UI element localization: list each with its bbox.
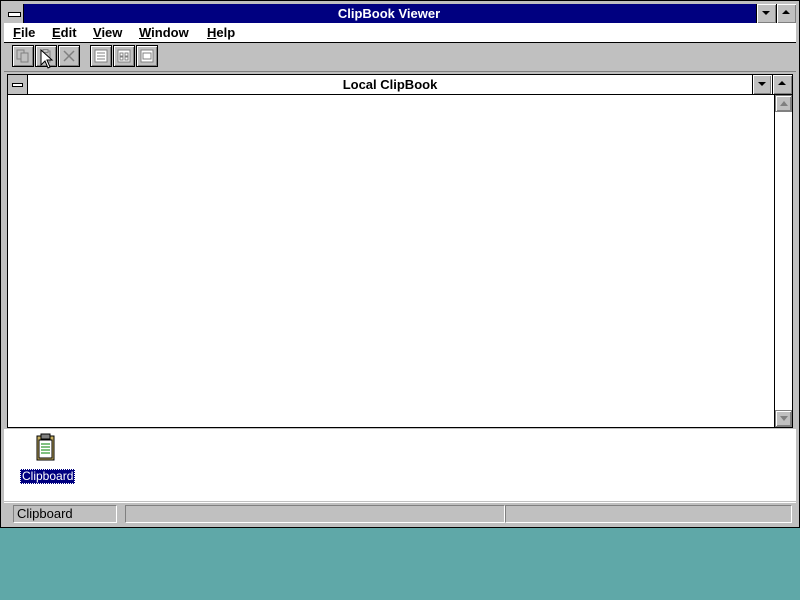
menu-file[interactable]: File — [13, 24, 35, 41]
window-title: ClipBook Viewer — [337, 6, 441, 21]
child-system-menu-button[interactable] — [8, 75, 28, 94]
maximize-button[interactable] — [776, 4, 796, 23]
copy-icon — [16, 49, 29, 63]
child-minimize-icon — [758, 82, 766, 86]
child-window-title: Local ClipBook — [342, 77, 438, 92]
scroll-down-button[interactable] — [775, 410, 792, 427]
paste-icon — [40, 49, 51, 63]
local-clipbook-title-bar[interactable]: Local ClipBook — [8, 75, 792, 95]
window-frame: ClipBook Viewer File Edit View Window He… — [0, 0, 800, 528]
minimized-icon-area: Clipboard — [4, 429, 796, 501]
clipbook-content-area[interactable] — [8, 95, 774, 427]
vertical-scrollbar[interactable] — [774, 95, 792, 427]
status-pane-main: Clipboard — [13, 505, 117, 523]
full-page-icon — [140, 49, 154, 63]
minimize-icon — [762, 11, 770, 15]
child-system-menu-icon — [12, 83, 23, 87]
delete-button[interactable] — [58, 45, 80, 67]
thumbnails-icon — [117, 49, 131, 63]
delete-icon — [63, 50, 75, 62]
paste-button[interactable] — [35, 45, 57, 67]
local-clipbook-window: Local ClipBook — [7, 74, 793, 428]
table-of-contents-button[interactable] — [90, 45, 112, 67]
thumbnails-button[interactable] — [113, 45, 135, 67]
child-minimize-button[interactable] — [752, 75, 771, 94]
scroll-down-arrow-icon — [780, 416, 788, 421]
status-bar: Clipboard — [4, 502, 796, 525]
system-menu-icon — [8, 12, 21, 17]
clipboard-icon-label: Clipboard — [20, 469, 76, 484]
full-page-button[interactable] — [136, 45, 158, 67]
scroll-up-button[interactable] — [775, 95, 792, 112]
system-menu-button[interactable] — [4, 4, 24, 23]
copy-button[interactable] — [12, 45, 34, 67]
clipboard-minimized-window[interactable]: Clipboard — [20, 431, 76, 484]
title-bar[interactable]: ClipBook Viewer — [4, 4, 796, 23]
clipboard-icon — [36, 433, 55, 461]
toolbar — [4, 43, 796, 72]
menu-edit[interactable]: Edit — [52, 24, 77, 41]
maximize-icon — [782, 10, 790, 14]
menu-bar: File Edit View Window Help — [4, 23, 796, 43]
status-pane-middle — [125, 505, 505, 523]
menu-help[interactable]: Help — [207, 24, 235, 41]
menu-view[interactable]: View — [93, 24, 122, 41]
table-of-contents-icon — [94, 49, 108, 63]
menu-window[interactable]: Window — [139, 24, 189, 41]
status-pane-right — [505, 505, 792, 523]
child-maximize-button[interactable] — [772, 75, 792, 94]
child-maximize-icon — [778, 81, 786, 85]
clipbook-viewer-window: ClipBook Viewer File Edit View Window He… — [0, 0, 800, 528]
minimize-button[interactable] — [756, 4, 776, 23]
scroll-up-arrow-icon — [780, 101, 788, 106]
